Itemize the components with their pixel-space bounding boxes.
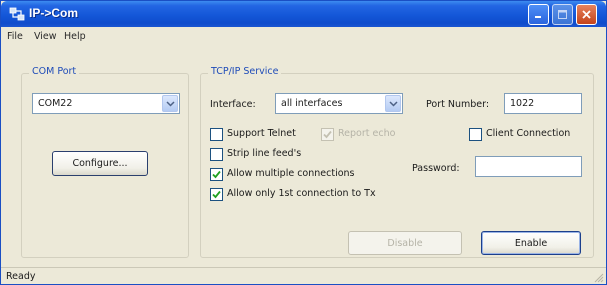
disable-button[interactable]: Disable (348, 231, 462, 255)
report-echo-checkbox[interactable]: Report echo (321, 128, 411, 142)
port-number-label: Port Number: (426, 99, 490, 110)
allow-first-connection-tx-checkbox[interactable]: Allow only 1st connection to Tx (210, 188, 400, 202)
close-button[interactable] (576, 4, 597, 25)
port-number-input[interactable]: 1022 (504, 93, 582, 114)
com-port-group-title: COM Port (29, 66, 80, 77)
password-label: Password: (412, 163, 460, 174)
configure-button[interactable]: Configure... (52, 151, 148, 176)
menu-file[interactable]: File (7, 31, 23, 42)
enable-button[interactable]: Enable (481, 231, 581, 255)
maximize-icon (558, 10, 567, 19)
password-input[interactable] (475, 156, 582, 177)
report-echo-label: Report echo (338, 128, 396, 139)
strip-line-feeds-checkbox[interactable]: Strip line feed's (210, 148, 320, 162)
minimize-icon (535, 16, 541, 18)
checkbox-box[interactable] (210, 188, 223, 201)
resize-grip-icon[interactable] (594, 273, 604, 283)
check-mark-icon (212, 170, 221, 179)
menu-view[interactable]: View (34, 31, 57, 42)
allow-multiple-connections-label: Allow multiple connections (227, 168, 355, 179)
support-telnet-label: Support Telnet (227, 128, 296, 139)
disable-button-label: Disable (387, 237, 423, 249)
port-number-value: 1022 (510, 98, 535, 109)
client-connection-label: Client Connection (486, 128, 571, 139)
network-port-icon (9, 6, 25, 22)
checkbox-box[interactable] (321, 128, 334, 141)
checkbox-box[interactable] (210, 128, 223, 141)
tcp-ip-service-group-title: TCP/IP Service (208, 66, 282, 77)
com-port-value: COM22 (38, 98, 73, 109)
close-icon (582, 10, 591, 19)
menu-bar: File View Help (1, 27, 606, 45)
status-bar: Ready (1, 267, 606, 284)
check-mark-icon (323, 130, 332, 139)
minimize-button[interactable] (528, 4, 549, 25)
allow-first-connection-tx-label: Allow only 1st connection to Tx (227, 188, 376, 199)
checkbox-box[interactable] (210, 148, 223, 161)
strip-line-feeds-label: Strip line feed's (227, 148, 302, 159)
allow-multiple-connections-checkbox[interactable]: Allow multiple connections (210, 168, 370, 182)
chevron-down-icon[interactable] (385, 95, 401, 112)
support-telnet-checkbox[interactable]: Support Telnet (210, 128, 320, 142)
check-mark-icon (212, 190, 221, 199)
status-text: Ready (6, 271, 36, 282)
menu-help[interactable]: Help (64, 31, 86, 42)
client-connection-checkbox[interactable]: Client Connection (469, 128, 584, 142)
enable-button-label: Enable (514, 237, 548, 249)
interface-value: all interfaces (281, 98, 343, 109)
interface-label: Interface: (210, 99, 256, 110)
com-port-select[interactable]: COM22 (32, 93, 180, 114)
window-title: IP->Com (29, 6, 79, 20)
checkbox-box[interactable] (210, 168, 223, 181)
maximize-button[interactable] (552, 4, 573, 25)
title-bar[interactable]: IP->Com (1, 1, 606, 27)
main-window: IP->Com File View Help COM Port COM22 Co… (0, 0, 607, 285)
chevron-down-icon[interactable] (162, 95, 178, 112)
checkbox-box[interactable] (469, 128, 482, 141)
configure-button-label: Configure... (72, 158, 128, 169)
interface-select[interactable]: all interfaces (275, 93, 403, 114)
